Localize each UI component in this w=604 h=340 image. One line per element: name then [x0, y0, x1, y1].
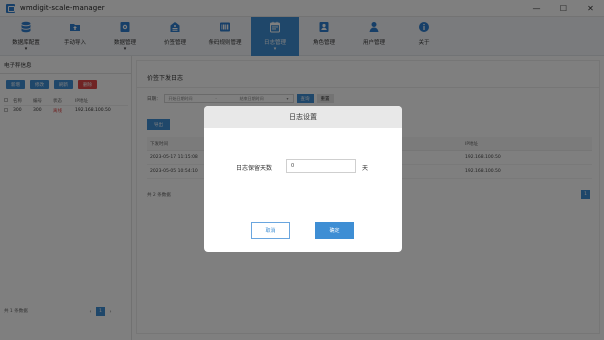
- confirm-button[interactable]: 确定: [315, 222, 354, 239]
- log-settings-dialog: 日志设置 日志保留天数 0 天 取消 确定: [204, 106, 402, 252]
- cancel-button[interactable]: 取消: [251, 222, 290, 239]
- dialog-body: 日志保留天数 0 天 取消 确定: [204, 128, 402, 252]
- dialog-title: 日志设置: [204, 106, 402, 128]
- retention-days-label: 日志保留天数: [236, 165, 273, 172]
- retention-days-input[interactable]: 0: [286, 159, 356, 173]
- days-unit-label: 天: [362, 165, 369, 172]
